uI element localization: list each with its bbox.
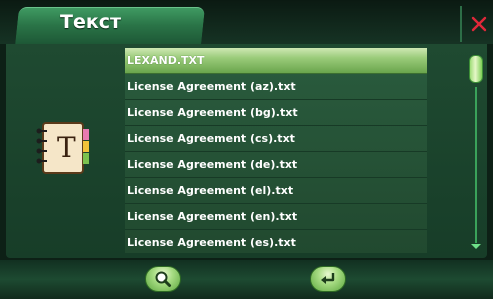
list-item[interactable]: License Agreement (bg).txt [125, 100, 427, 126]
list-item[interactable]: License Agreement (cs).txt [125, 126, 427, 152]
scroll-down-icon[interactable] [471, 244, 481, 249]
page-title: Текст [60, 11, 122, 33]
text-document-icon: T [33, 119, 95, 179]
list-item[interactable]: License Agreement (de).txt [125, 152, 427, 178]
search-icon [155, 271, 171, 287]
file-name: License Agreement (cs).txt [127, 132, 295, 145]
search-button[interactable] [145, 266, 181, 292]
list-item[interactable]: License Agreement (en).txt [125, 204, 427, 230]
bottom-toolbar [0, 260, 493, 299]
close-icon [471, 16, 486, 32]
scrollbar-track [475, 87, 477, 243]
scrollbar[interactable] [469, 51, 483, 251]
file-name: License Agreement (de).txt [127, 158, 298, 171]
text-viewer-screen: Текст T LEXAND.TXT License Agreement (az… [0, 0, 493, 299]
back-button[interactable] [310, 266, 346, 292]
list-item[interactable]: License Agreement (az).txt [125, 74, 427, 100]
return-arrow-icon [321, 273, 335, 284]
scrollbar-thumb[interactable] [469, 55, 483, 83]
file-name: License Agreement (es).txt [127, 236, 296, 249]
list-item[interactable]: License Agreement (el).txt [125, 178, 427, 204]
file-name: License Agreement (en).txt [127, 210, 298, 223]
close-button[interactable] [460, 6, 493, 42]
list-item[interactable]: License Agreement (es).txt [125, 230, 427, 253]
file-name: License Agreement (az).txt [127, 80, 296, 93]
file-name: LEXAND.TXT [127, 54, 205, 67]
list-item[interactable]: LEXAND.TXT [125, 48, 427, 74]
file-name: License Agreement (bg).txt [127, 106, 298, 119]
file-list: LEXAND.TXT License Agreement (az).txt Li… [125, 48, 427, 253]
svg-text:T: T [57, 131, 76, 164]
top-bar: Текст [0, 0, 493, 46]
file-name: License Agreement (el).txt [127, 184, 294, 197]
